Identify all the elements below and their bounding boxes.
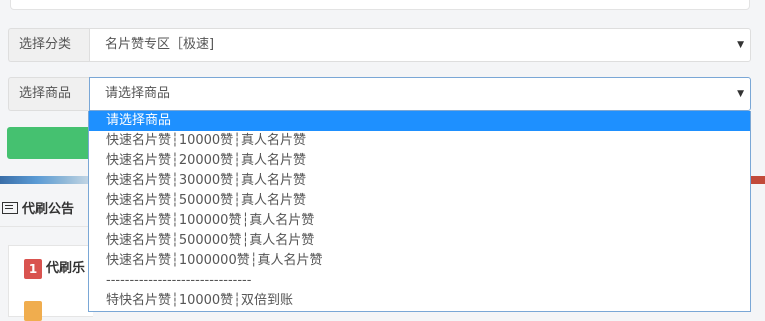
dropdown-option[interactable]: ------------------------------- [89,271,750,291]
notice-title: 代刷公告 [2,198,74,217]
submit-button[interactable] [7,127,97,159]
category-select-value: 名片赞专区［极速] [105,37,215,52]
category-label: 选择分类 [8,28,89,62]
chevron-down-icon: ▼ [737,89,744,99]
notice-card: 1 代刷乐 [8,245,93,321]
product-select-value: 请选择商品 [105,86,171,101]
dropdown-option[interactable]: 快速名片赞┆30000赞┆真人名片赞 [89,171,750,191]
dropdown-option[interactable]: 快速名片赞┆1000000赞┆真人名片赞 [89,251,750,271]
top-card [10,0,750,10]
dropdown-option[interactable]: 快速名片赞┆100000赞┆真人名片赞 [89,211,750,231]
chevron-down-icon: ▼ [737,40,744,50]
notice-item-1[interactable]: 代刷乐 [46,259,85,279]
product-dropdown-list[interactable]: 请选择商品 快速名片赞┆10000赞┆真人名片赞 快速名片赞┆20000赞┆真人名片… [88,111,751,312]
dropdown-option[interactable]: 快速名片赞┆50000赞┆真人名片赞 [89,191,750,211]
dropdown-option[interactable]: 特快名片赞┆10000赞┆双倍到账 [89,291,750,311]
rank-badge-2 [24,301,42,321]
banner-strip [0,176,92,184]
notice-header: 代刷公告 [0,184,92,227]
banner-strip-right [749,176,765,184]
dropdown-option[interactable]: 请选择商品 [89,111,750,131]
right-panel [749,184,765,305]
product-label: 选择商品 [8,77,89,111]
newspaper-icon [2,202,18,214]
product-select[interactable]: 请选择商品 ▼ [89,77,751,111]
category-select[interactable]: 名片赞专区［极速] ▼ [89,28,751,62]
dropdown-option[interactable]: 快速名片赞┆10000赞┆真人名片赞 [89,131,750,151]
dropdown-option[interactable]: 快速名片赞┆500000赞┆真人名片赞 [89,231,750,251]
dropdown-option[interactable]: 快速名片赞┆20000赞┆真人名片赞 [89,151,750,171]
rank-badge-1: 1 [24,259,42,279]
notice-title-text: 代刷公告 [22,202,75,217]
